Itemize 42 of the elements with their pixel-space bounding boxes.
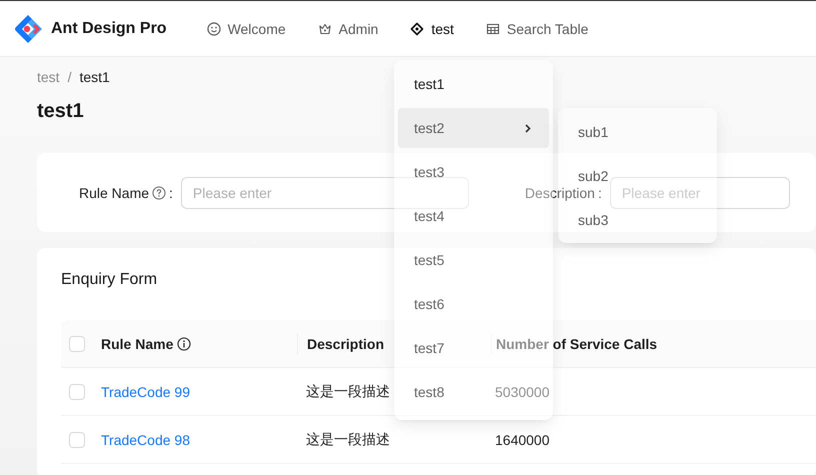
menu-item[interactable]: test6 [414, 296, 444, 312]
table-icon [486, 22, 500, 36]
nav-menu-item[interactable]: Admin [302, 1, 394, 56]
rule-name-link[interactable]: TradeCode 99 [101, 384, 190, 400]
logo-icon [12, 12, 44, 44]
diamond-icon [410, 22, 424, 36]
menu-item[interactable]: test7 [414, 340, 444, 356]
menu-item[interactable]: test2 [398, 108, 549, 148]
menu-item[interactable]: test4 [414, 208, 444, 224]
label-colon: : [169, 184, 173, 200]
column-header: Rule Name [101, 336, 174, 352]
column-header: Description [307, 336, 384, 352]
table-cell: 1640000 [495, 432, 550, 448]
submenu-item[interactable]: sub1 [578, 124, 608, 140]
nav-menu-item[interactable]: Search Table [470, 1, 604, 56]
checkbox[interactable] [69, 384, 85, 400]
table-cell: 5030000 [495, 384, 550, 400]
submenu-item[interactable]: sub2 [578, 168, 608, 184]
menu-item[interactable]: test8 [414, 384, 444, 400]
checkbox[interactable] [69, 432, 85, 448]
text-input[interactable]: Please enter [180, 176, 469, 208]
checkbox[interactable] [69, 336, 85, 352]
field-label: Description [524, 184, 595, 200]
menu-item[interactable]: test5 [414, 252, 444, 268]
page-title: test1 [37, 99, 85, 124]
label-colon: : [598, 184, 602, 200]
app-title: Ant Design Pro [51, 20, 167, 38]
nav-menu-item[interactable]: Welcome [190, 1, 302, 56]
breadcrumb-link[interactable]: test [37, 69, 60, 85]
table-cell: 这是一段描述 [306, 430, 390, 448]
breadcrumb-separator: / [68, 69, 72, 85]
smile-icon [206, 22, 221, 36]
rule-name-link[interactable]: TradeCode 98 [101, 432, 190, 448]
menu-item[interactable]: test1 [414, 76, 444, 92]
chevron-right-icon [525, 124, 531, 132]
table-cell: 这是一段描述 [306, 382, 390, 400]
table-title: Enquiry Form [61, 272, 158, 288]
nav-menu-item[interactable]: test [394, 1, 470, 56]
submenu-item[interactable]: sub3 [578, 212, 608, 228]
crown-icon [318, 22, 332, 36]
field-label: Rule Name [79, 184, 150, 200]
column-header: Number of Service Calls [496, 336, 658, 352]
